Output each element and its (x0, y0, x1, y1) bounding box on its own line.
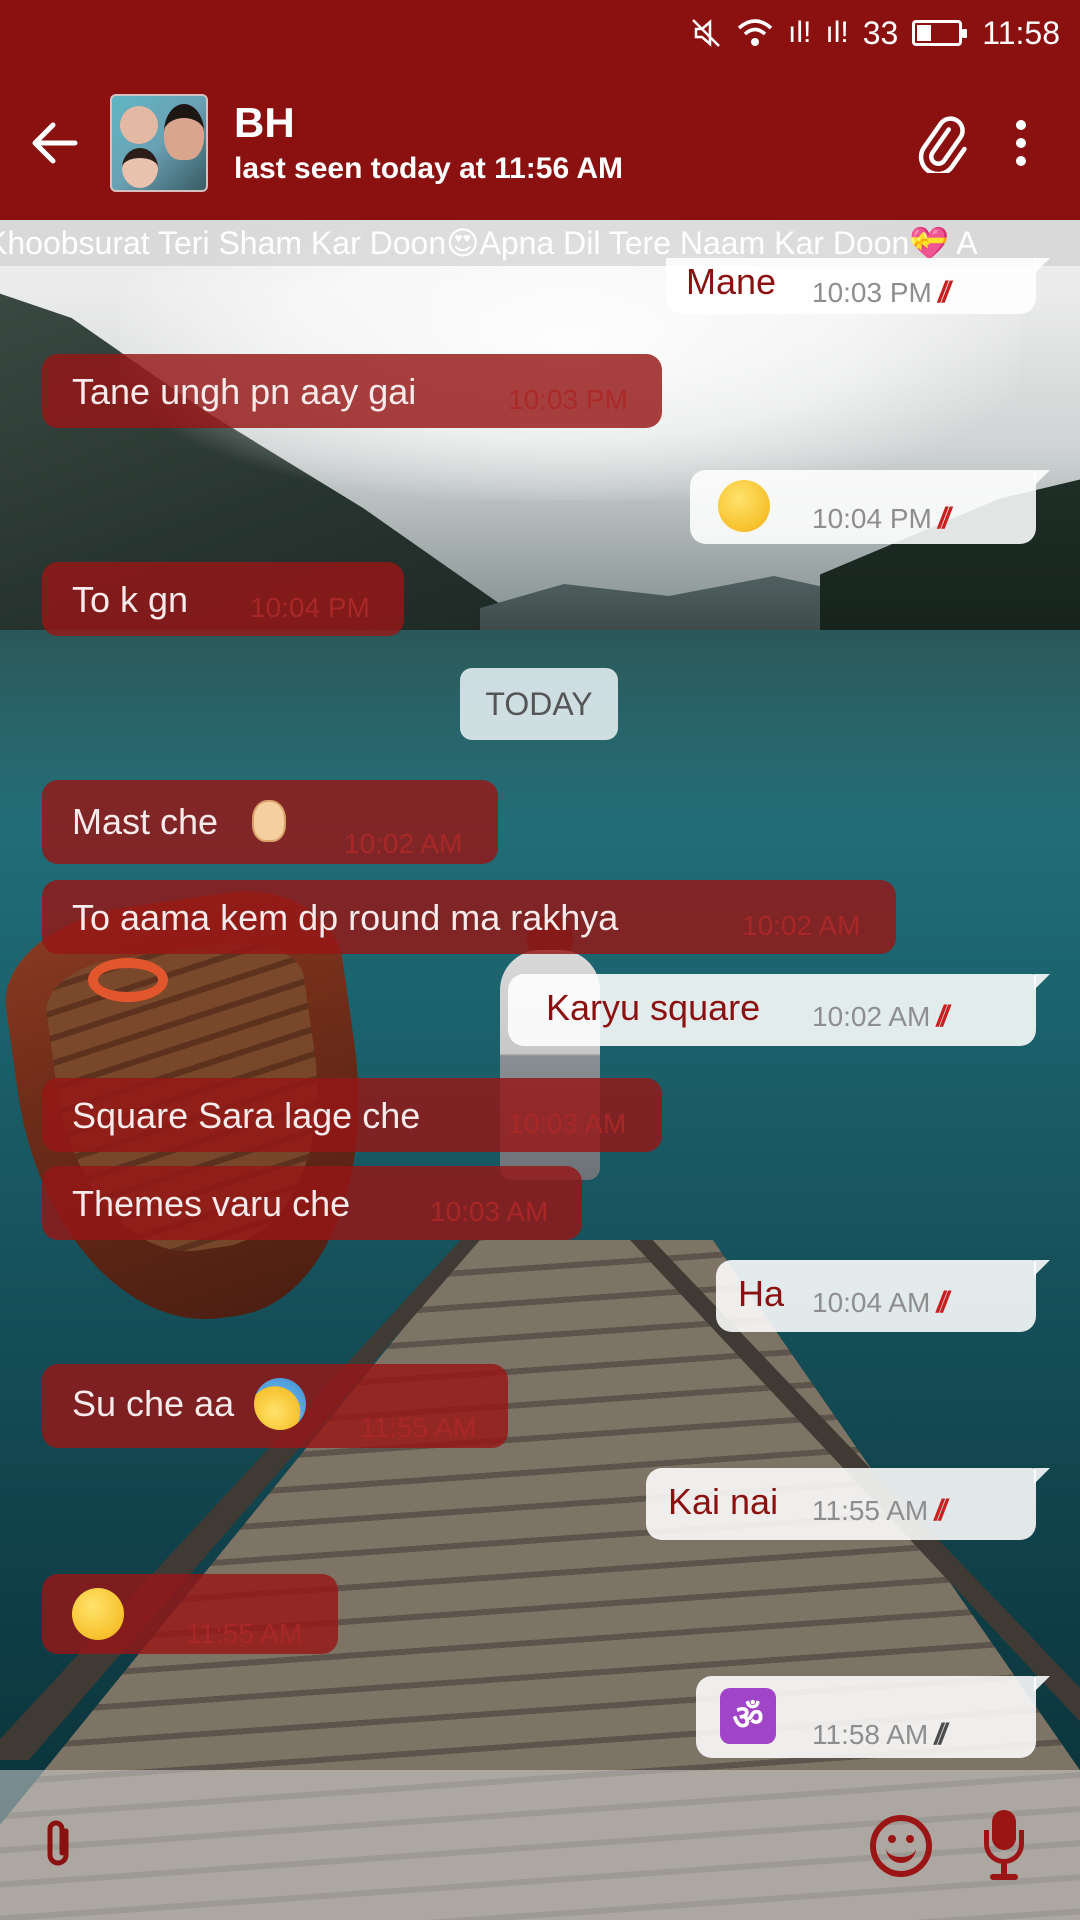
message-incoming[interactable]: To k gn 10:04 PM (42, 562, 404, 636)
system-status-bar: ıl! ıl! 33 11:58 (0, 0, 1080, 66)
anxious-sweat-emoji (254, 1378, 306, 1430)
message-time: 10:04 PM (250, 592, 370, 623)
message-text: Themes varu che (72, 1183, 351, 1224)
read-ticks-icon: // (936, 1286, 949, 1319)
attach-button[interactable] (896, 66, 986, 220)
read-ticks-icon: // (936, 1000, 949, 1033)
battery-icon (912, 20, 968, 46)
message-input-bar (0, 1770, 1080, 1920)
message-incoming[interactable]: Mast che 10:02 AM (42, 780, 498, 864)
message-incoming[interactable]: Su che aa 11:55 AM (42, 1364, 508, 1448)
message-text: Kai nai (668, 1481, 779, 1522)
message-text: Su che aa (72, 1383, 235, 1424)
wallpaper-life-ring (88, 958, 168, 1002)
contact-info[interactable]: BH last seen today at 11:56 AM (234, 98, 896, 188)
dizzy-face-emoji (718, 480, 770, 532)
message-text: To aama kem dp round ma rakhya (72, 897, 619, 938)
message-time: 11:55 AM// (812, 1494, 947, 1527)
message-outgoing[interactable]: Kai nai 11:55 AM// (646, 1468, 1050, 1540)
overflow-menu-button[interactable] (986, 66, 1056, 220)
attach-button[interactable] (30, 1810, 86, 1880)
kissing-heart-emoji (72, 1588, 124, 1640)
message-text: Tane ungh pn aay gai (72, 371, 417, 412)
message-text: Mane (686, 261, 777, 302)
sent-ticks-icon: // (934, 1718, 947, 1751)
last-seen-status: last seen today at 11:56 AM (234, 152, 624, 185)
message-incoming[interactable]: To aama kem dp round ma rakhya 10:02 AM (42, 880, 896, 954)
message-outgoing[interactable]: Karyu square 10:02 AM// (508, 974, 1050, 1046)
message-time: 10:04 AM// (812, 1286, 949, 1319)
date-divider: TODAY (460, 668, 618, 740)
message-text: Mast che (72, 801, 219, 842)
message-text: Ha (738, 1273, 785, 1314)
ok-hand-emoji (252, 800, 286, 842)
microphone-icon[interactable] (984, 1810, 1024, 1884)
message-time: 10:04 PM// (812, 502, 951, 535)
message-outgoing[interactable]: ॐ 11:58 AM// (696, 1676, 1050, 1758)
battery-percent: 33 (862, 14, 899, 51)
message-outgoing[interactable]: 10:04 PM// (690, 470, 1050, 544)
message-time: 10:03 AM (508, 1108, 627, 1139)
read-ticks-icon: // (934, 1494, 947, 1527)
contact-avatar[interactable] (110, 94, 208, 192)
signal-strength-2: ıl! (825, 16, 849, 49)
message-time: 10:03 PM (508, 384, 628, 415)
back-arrow-icon (32, 122, 78, 164)
wifi-icon (737, 19, 773, 46)
status-time: 11:58 (982, 14, 1060, 51)
message-time: 11:55 AM (360, 1412, 477, 1443)
message-time: 10:03 PM// (812, 276, 951, 309)
contact-name: BH (234, 99, 295, 146)
read-ticks-icon: // (937, 502, 951, 535)
message-time: 10:02 AM (344, 828, 463, 859)
signal-strength-1: ıl! (788, 16, 812, 49)
paperclip-icon (918, 116, 967, 173)
message-incoming[interactable]: Tane ungh pn aay gai 10:03 PM (42, 354, 662, 428)
message-incoming[interactable]: 11:55 AM (42, 1574, 338, 1654)
message-text: Karyu square (546, 987, 761, 1028)
message-outgoing[interactable]: Ha 10:04 AM// (716, 1260, 1050, 1332)
message-time: 11:58 AM// (812, 1718, 947, 1751)
message-text: To k gn (72, 579, 189, 620)
message-time: 10:02 AM (742, 910, 861, 941)
more-vert-icon (1016, 120, 1026, 166)
smiley-icon[interactable] (870, 1815, 932, 1877)
mute-icon (692, 19, 720, 47)
message-text: Square Sara lage che (72, 1095, 421, 1136)
back-button[interactable] (0, 66, 110, 220)
message-time: 10:02 AM// (812, 1000, 949, 1033)
message-time: 10:03 AM (430, 1196, 549, 1227)
message-incoming[interactable]: Square Sara lage che 10:03 AM (42, 1078, 662, 1152)
message-incoming[interactable]: Themes varu che 10:03 AM (42, 1166, 582, 1240)
paperclip-icon (47, 1820, 69, 1866)
om-icon: ॐ (720, 1688, 776, 1744)
chat-header: BH last seen today at 11:56 AM (0, 66, 1080, 220)
message-outgoing[interactable]: Mane 10:03 PM// (666, 258, 1050, 314)
read-ticks-icon: // (937, 276, 951, 309)
message-time: 11:55 AM (186, 1618, 303, 1649)
